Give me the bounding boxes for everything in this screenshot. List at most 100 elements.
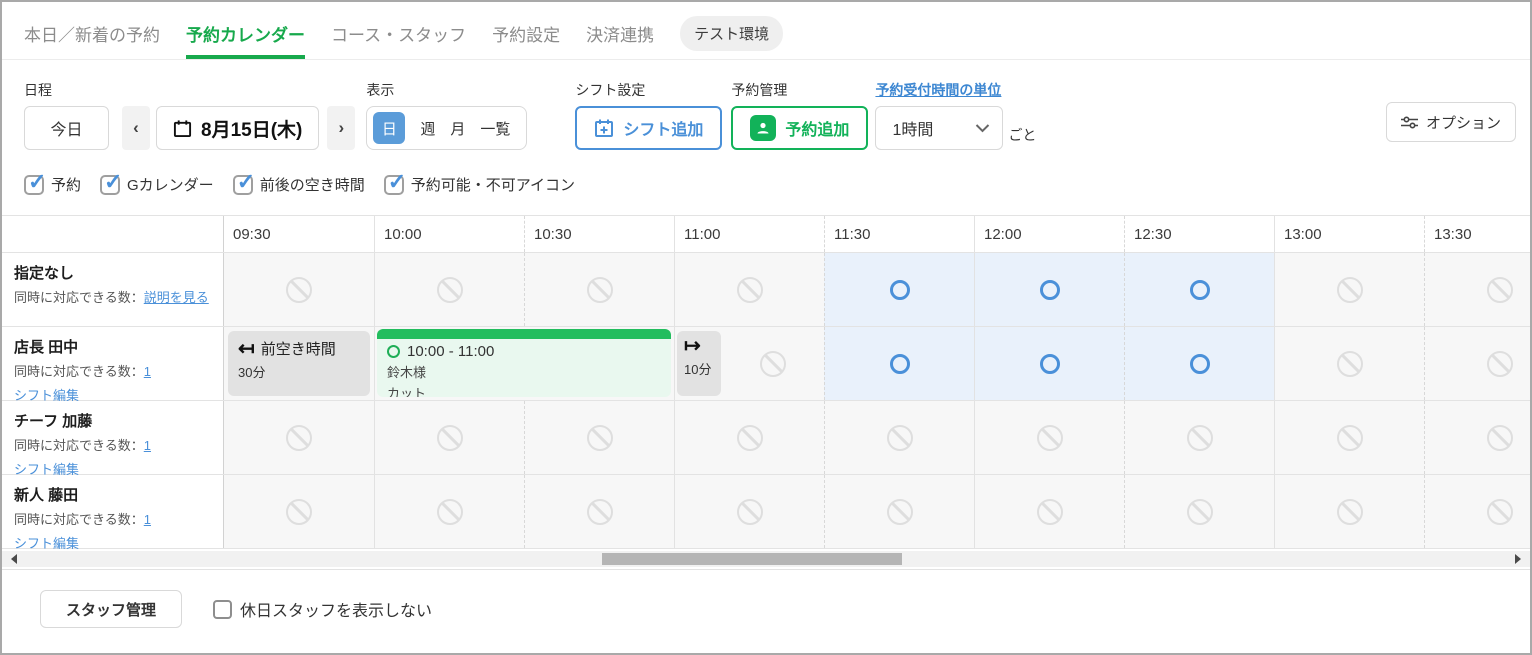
unavailable-icon: [887, 425, 913, 451]
gap-after-duration: 10分: [684, 359, 714, 378]
slot-cell[interactable]: [224, 475, 374, 548]
filter-gcalendar[interactable]: Gカレンダー: [100, 174, 214, 195]
options-button[interactable]: オプション: [1386, 102, 1516, 142]
slot-cell[interactable]: ↦ 10分: [674, 327, 824, 400]
slot-cell[interactable]: [674, 401, 824, 474]
slot-cell[interactable]: [974, 475, 1124, 548]
date-section-label: 日程: [24, 80, 355, 98]
staff-row-label: 新人 藤田同時に対応できる数：1シフト編集: [2, 475, 224, 548]
appointment-block[interactable]: 10:00 - 11:00鈴木様カット: [377, 329, 671, 397]
slot-cell[interactable]: ↤前空き時間30分: [224, 327, 374, 400]
hide-holiday-staff-toggle[interactable]: 休日スタッフを表示しない: [213, 597, 432, 621]
slot-cell[interactable]: [824, 253, 974, 326]
tab-course-staff[interactable]: コース・スタッフ: [331, 21, 466, 59]
unavailable-icon: [1487, 425, 1513, 451]
scroll-left-arrow-icon[interactable]: [6, 554, 17, 564]
date-value: 8月15日(木): [201, 115, 302, 142]
booking-section: 予約管理 予約追加: [731, 80, 868, 150]
scroll-right-arrow-icon[interactable]: [1515, 554, 1526, 564]
capacity-value-link[interactable]: 1: [144, 364, 151, 379]
slot-cell[interactable]: [674, 475, 824, 548]
slot-cell[interactable]: [1274, 401, 1424, 474]
slot-cell[interactable]: [1124, 475, 1274, 548]
slot-cell[interactable]: [224, 253, 374, 326]
date-picker[interactable]: 8月15日(木): [156, 106, 319, 150]
unavailable-icon: [286, 499, 312, 525]
unavailable-icon: [737, 425, 763, 451]
slot-cell[interactable]: [1274, 327, 1424, 400]
next-day-button[interactable]: ›: [327, 106, 355, 150]
shift-add-button[interactable]: シフト追加: [575, 106, 722, 150]
slot-cell[interactable]: [374, 253, 524, 326]
calendar-header-row: 09:3010:0010:3011:0011:3012:0012:3013:00…: [2, 216, 1530, 253]
slot-cell[interactable]: [824, 401, 974, 474]
slot-cell[interactable]: [1424, 401, 1530, 474]
horizontal-scrollbar[interactable]: [2, 551, 1530, 567]
prev-day-button[interactable]: ‹: [122, 106, 150, 150]
slot-cell[interactable]: [524, 401, 674, 474]
filter-bookings[interactable]: 予約: [24, 174, 81, 195]
filter-availability-icons[interactable]: 予約可能・不可アイコン: [384, 174, 575, 195]
time-header-cell: 10:00: [374, 216, 524, 252]
checkbox-checked-icon: [100, 175, 120, 195]
view-section: 表示 日 週 月 一覧: [366, 80, 527, 150]
capacity-line: 同時に対応できる数：1: [14, 509, 211, 528]
appointment-course: カット: [387, 383, 661, 397]
tab-today-new-bookings[interactable]: 本日／新着の予約: [24, 21, 160, 59]
staff-management-button[interactable]: スタッフ管理: [40, 590, 182, 628]
slot-cell[interactable]: [374, 401, 524, 474]
capacity-help-link[interactable]: 説明を見る: [144, 290, 209, 305]
view-option-week[interactable]: 週: [420, 118, 435, 139]
slot-cell[interactable]: [824, 475, 974, 548]
slot-cell[interactable]: [1124, 327, 1274, 400]
slot-cell[interactable]: [1424, 253, 1530, 326]
time-unit-select[interactable]: 1時間: [875, 106, 1003, 150]
view-option-day[interactable]: 日: [373, 112, 405, 144]
slot-cell[interactable]: [824, 327, 974, 400]
slot-cell[interactable]: [1124, 401, 1274, 474]
shift-edit-link[interactable]: シフト編集: [14, 533, 79, 549]
view-option-month[interactable]: 月: [450, 118, 465, 139]
filter-gap-times[interactable]: 前後の空き時間: [233, 174, 365, 195]
slot-cell[interactable]: [1424, 327, 1530, 400]
slot-cell[interactable]: [974, 327, 1124, 400]
staff-row: 店長 田中同時に対応できる数：1シフト編集↤前空き時間30分10:00 - 11…: [2, 327, 1530, 401]
slot-cell[interactable]: [1274, 253, 1424, 326]
booking-add-button[interactable]: 予約追加: [731, 106, 868, 150]
slot-cell[interactable]: [674, 253, 824, 326]
appointment-color-bar: [377, 329, 671, 339]
unavailable-icon: [1487, 277, 1513, 303]
slot-cell[interactable]: [1424, 475, 1530, 548]
slot-cell[interactable]: [374, 475, 524, 548]
tab-booking-calendar[interactable]: 予約カレンダー: [186, 21, 305, 59]
slot-cell[interactable]: [974, 253, 1124, 326]
capacity-value-link[interactable]: 1: [144, 438, 151, 453]
booking-time-unit-link[interactable]: 予約受付時間の単位: [875, 80, 1036, 98]
gap-before-label: 前空き時間: [261, 338, 336, 359]
slot-cell[interactable]: [524, 475, 674, 548]
slot-cell[interactable]: [224, 401, 374, 474]
capacity-value-link[interactable]: 1: [144, 512, 151, 527]
unavailable-icon: [1337, 277, 1363, 303]
tab-payment-integration[interactable]: 決済連携: [586, 21, 654, 59]
capacity-line: 同時に対応できる数：1: [14, 361, 211, 380]
unavailable-icon: [437, 499, 463, 525]
today-button[interactable]: 今日: [24, 106, 109, 150]
slot-cell[interactable]: [974, 401, 1124, 474]
staff-row: 新人 藤田同時に対応できる数：1シフト編集: [2, 475, 1530, 549]
scrollbar-thumb[interactable]: [602, 553, 902, 565]
slot-cell[interactable]: [524, 253, 674, 326]
slot-cell[interactable]: [1274, 475, 1424, 548]
slot-cell[interactable]: [1124, 253, 1274, 326]
top-tab-bar: 本日／新着の予約 予約カレンダー コース・スタッフ 予約設定 決済連携 テスト環…: [2, 2, 1530, 60]
gap-before-block: ↤前空き時間30分: [228, 331, 370, 396]
tab-booking-settings[interactable]: 予約設定: [492, 21, 560, 59]
date-section: 日程 今日 ‹ 8月15日(木) ›: [24, 80, 355, 150]
arrow-from-bar-right-icon: ↦: [684, 336, 701, 356]
gap-before-line: ↤前空き時間: [238, 338, 360, 359]
unit-suffix-label: ごと: [1008, 125, 1036, 145]
view-option-list[interactable]: 一覧: [480, 118, 510, 139]
view-section-label: 表示: [366, 80, 527, 98]
slot-cell[interactable]: 10:00 - 11:00鈴木様カット: [374, 327, 674, 400]
unavailable-icon: [760, 351, 786, 377]
